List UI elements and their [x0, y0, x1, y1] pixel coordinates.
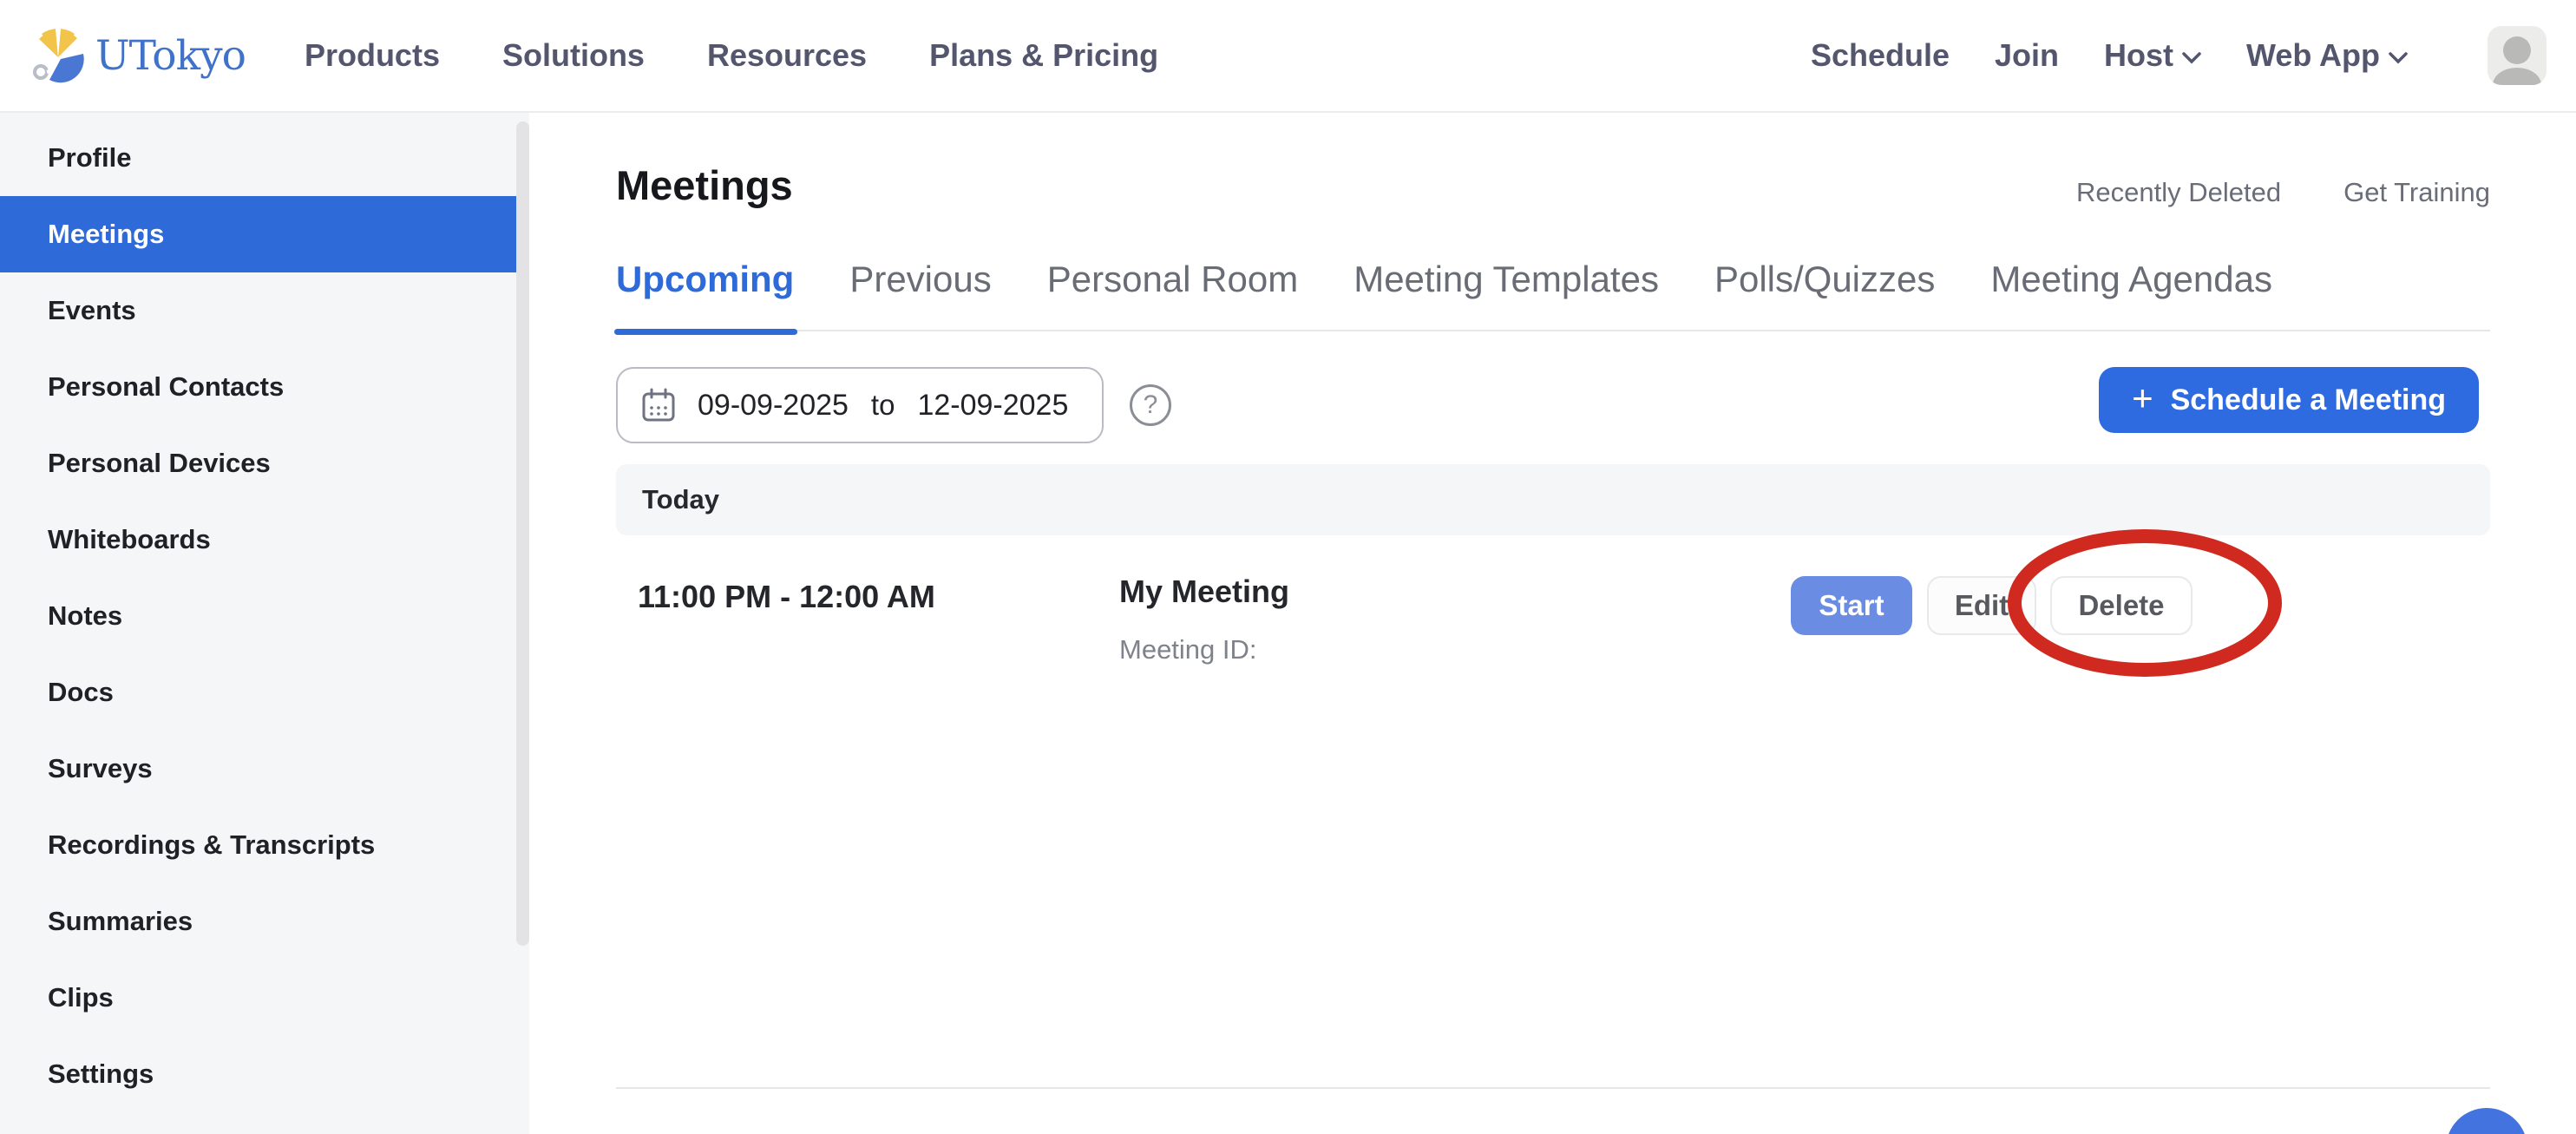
today-group-header: Today [616, 464, 2490, 535]
edit-button[interactable]: Edit [1927, 576, 2036, 635]
filter-row: 09-09-2025 to 12-09-2025 ? + Schedule a … [616, 367, 2479, 443]
meeting-time: 11:00 PM - 12:00 AM [638, 579, 935, 615]
person-icon-body [2493, 68, 2541, 85]
tab-meeting-templates[interactable]: Meeting Templates [1354, 259, 1659, 300]
ginkgo-leaf-icon [29, 27, 87, 84]
meeting-row: 11:00 PM - 12:00 AM My Meeting Meeting I… [616, 535, 2490, 709]
page-top-links: Recently Deleted Get Training [2076, 177, 2490, 208]
calendar-icon [640, 387, 677, 423]
meeting-title[interactable]: My Meeting [1119, 574, 1289, 610]
logo-text: UTokyo [95, 32, 246, 80]
sidebar-item-notes[interactable]: Notes [0, 578, 529, 654]
start-button[interactable]: Start [1791, 576, 1912, 635]
get-training-link[interactable]: Get Training [2343, 177, 2490, 208]
sidebar-item-personal-contacts[interactable]: Personal Contacts [0, 349, 529, 425]
tab-polls-quizzes[interactable]: Polls/Quizzes [1714, 259, 1935, 300]
schedule-a-meeting-label: Schedule a Meeting [2171, 383, 2446, 417]
help-icon[interactable]: ? [1130, 384, 1171, 426]
sidebar-item-profile[interactable]: Profile [0, 120, 529, 196]
recently-deleted-link[interactable]: Recently Deleted [2076, 177, 2281, 208]
date-to-value[interactable]: 12-09-2025 [917, 389, 1068, 423]
nav-solutions[interactable]: Solutions [502, 37, 645, 74]
sidebar: Profile Meetings Events Personal Contact… [0, 113, 529, 1134]
nav-join[interactable]: Join [1995, 37, 2059, 74]
person-icon [2503, 36, 2531, 64]
bottom-divider [616, 1087, 2490, 1089]
nav-host[interactable]: Host [2104, 37, 2201, 74]
tab-meeting-agendas[interactable]: Meeting Agendas [1990, 259, 2272, 300]
utokyo-logo[interactable]: UTokyo [29, 27, 246, 84]
plus-icon: + [2132, 377, 2153, 419]
date-range-picker[interactable]: 09-09-2025 to 12-09-2025 [616, 367, 1104, 443]
date-separator: to [869, 389, 897, 422]
schedule-a-meeting-button[interactable]: + Schedule a Meeting [2099, 367, 2479, 433]
sidebar-scrollbar[interactable] [516, 121, 529, 946]
sidebar-item-settings[interactable]: Settings [0, 1036, 529, 1112]
chevron-down-icon [2389, 52, 2408, 64]
zoom-web-portal: UTokyo Products Solutions Resources Plan… [0, 0, 2576, 1134]
nav-web-app-label: Web App [2246, 37, 2380, 74]
nav-products[interactable]: Products [305, 37, 440, 74]
nav-plans-pricing[interactable]: Plans & Pricing [929, 37, 1158, 74]
sidebar-item-docs[interactable]: Docs [0, 654, 529, 731]
nav-schedule[interactable]: Schedule [1811, 37, 1950, 74]
sidebar-item-events[interactable]: Events [0, 272, 529, 349]
sidebar-item-surveys[interactable]: Surveys [0, 731, 529, 807]
nav-resources[interactable]: Resources [707, 37, 867, 74]
sidebar-item-whiteboards[interactable]: Whiteboards [0, 501, 529, 578]
sidebar-item-recordings-transcripts[interactable]: Recordings & Transcripts [0, 807, 529, 883]
tab-personal-room[interactable]: Personal Room [1047, 259, 1298, 300]
sidebar-item-meetings[interactable]: Meetings [0, 196, 529, 272]
sidebar-item-clips[interactable]: Clips [0, 960, 529, 1036]
nav-host-label: Host [2104, 37, 2173, 74]
account-nav: Schedule Join Host Web App [1811, 26, 2547, 85]
delete-button[interactable]: Delete [2050, 576, 2193, 635]
page-title: Meetings [616, 161, 793, 209]
chevron-down-icon [2182, 52, 2201, 64]
meeting-id-label: Meeting ID: [1119, 634, 1257, 665]
meetings-tabs: Upcoming Previous Personal Room Meeting … [616, 259, 2490, 331]
today-label: Today [642, 484, 719, 515]
user-avatar[interactable] [2488, 26, 2547, 85]
primary-nav: Products Solutions Resources Plans & Pri… [305, 37, 1158, 74]
meetings-page: Meetings Recently Deleted Get Training U… [529, 113, 2576, 1134]
tab-previous[interactable]: Previous [849, 259, 991, 300]
sidebar-item-personal-devices[interactable]: Personal Devices [0, 425, 529, 501]
sidebar-item-summaries[interactable]: Summaries [0, 883, 529, 960]
nav-web-app[interactable]: Web App [2246, 37, 2408, 74]
date-from-value[interactable]: 09-09-2025 [698, 389, 849, 423]
top-navigation: UTokyo Products Solutions Resources Plan… [0, 0, 2576, 113]
tab-upcoming[interactable]: Upcoming [616, 259, 794, 300]
